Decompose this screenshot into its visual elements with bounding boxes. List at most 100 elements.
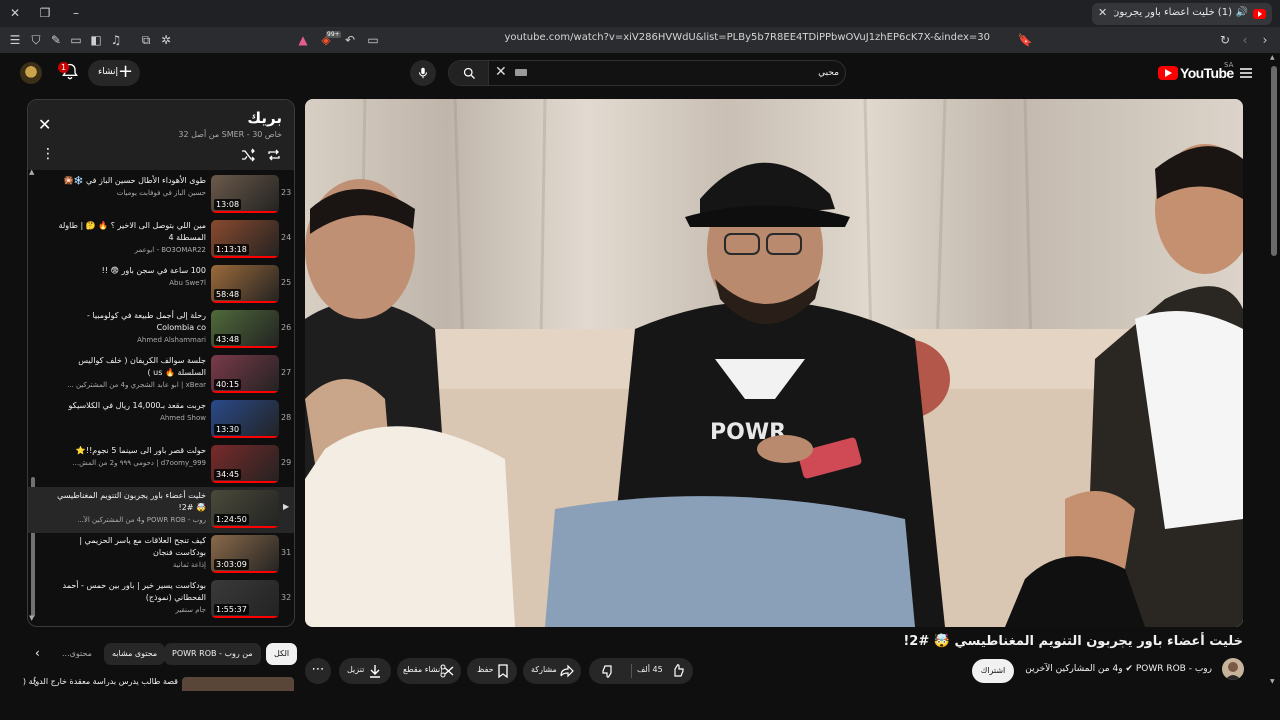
playlist-item-thumbnail[interactable]: 40:15 <box>211 355 279 393</box>
restore-window-icon[interactable]: ❐ <box>35 4 55 22</box>
reload-icon[interactable]: ↻ <box>1217 32 1233 48</box>
playlist-item[interactable]: 31 3:03:09 كيف تنجح العلاقات مع ياسر الحزي… <box>28 532 294 578</box>
playlist-item-channel[interactable]: d7oomy_999 | دحومي ٩٩٩ و2 من المش... <box>56 457 206 469</box>
create-button[interactable]: + إنشاء <box>88 60 140 86</box>
page-scroll-thumb[interactable] <box>1271 66 1277 256</box>
playlist-item-thumbnail[interactable]: 1:55:37 <box>211 580 279 618</box>
loop-icon[interactable] <box>266 147 282 163</box>
search-input[interactable] <box>513 65 839 81</box>
playlist-item-title[interactable]: مين اللي بتوصل الى الاخير ؟ 🔥 🤔 | طاولة … <box>56 220 206 244</box>
chip-more-content[interactable]: محتوى... <box>54 643 100 665</box>
playlist-item-thumbnail[interactable]: 13:08 <box>211 175 279 213</box>
chip-from-channel[interactable]: من روب - POWR ROB <box>164 643 261 665</box>
video-player[interactable]: POWR <box>305 99 1243 627</box>
aria-icon[interactable]: ▲ <box>295 32 311 48</box>
youtube-logo[interactable]: YouTube SA <box>1158 61 1236 81</box>
close-window-icon[interactable]: ✕ <box>5 4 25 22</box>
reader-icon[interactable]: ↶ <box>342 32 358 48</box>
playlist-item[interactable]: ▶ 1:24:50 خليت أعضاء باور يجربون التنويم ا… <box>28 487 294 533</box>
search-button[interactable] <box>449 61 489 85</box>
playlist-item[interactable]: 28 13:30 جربت مقعد بـ14,000 ريال في الكلاس… <box>28 397 294 443</box>
playlist-item-title[interactable]: بودكاست يسير خير | باور بين حمس - أحمد ا… <box>56 580 207 604</box>
playlist-item-thumbnail[interactable]: 34:45 <box>211 445 279 483</box>
page-scroll-down-icon[interactable]: ▼ <box>1270 678 1275 685</box>
channel-name[interactable]: روب - POWR ROB ✔ و4 من المشاركين الآخرين <box>1025 664 1212 674</box>
playlist-item-thumbnail[interactable]: 13:30 <box>211 400 279 438</box>
playlist-item-thumbnail[interactable]: 3:03:09 <box>211 535 279 573</box>
playlist-item-channel[interactable]: xBear | ابو عابد الشجري و4 من المشتركين … <box>56 379 206 391</box>
screenshot-icon[interactable]: ⧉ <box>138 32 154 48</box>
voice-search-button[interactable] <box>410 60 436 86</box>
music-icon[interactable]: ♫ <box>108 32 124 48</box>
playlist-item-channel[interactable]: BO3OMAR22 - ابوعمر <box>56 244 206 256</box>
page-scroll-up-icon[interactable]: ▲ <box>1270 54 1275 61</box>
chip-all[interactable]: الكل <box>266 643 298 665</box>
related-video-title[interactable]: قصة طالب يدرس بدراسة معقدة خارج الدولة ( <box>23 677 178 686</box>
playlist-item-title[interactable]: حولت قصر باور الى سينما 5 نجوم!!⭐ <box>56 445 206 457</box>
chevron-left-icon[interactable]: ‹ <box>35 646 40 660</box>
playlist-item-channel[interactable]: جام سنقير <box>56 604 206 616</box>
back-icon[interactable]: › <box>1257 32 1273 48</box>
channel-avatar[interactable] <box>1222 658 1244 680</box>
sidebar-icon[interactable]: ◧ <box>88 32 104 48</box>
playlist-item[interactable]: 25 58:48 100 ساعة في سجن باور 😨 !! Abu Swe7… <box>28 262 294 308</box>
playlist-item-title[interactable]: 100 ساعة في سجن باور 😨 !! <box>56 265 206 277</box>
playlist-item-channel[interactable]: Ahmed Show <box>56 412 206 424</box>
playlist-item-thumbnail[interactable]: 1:13:18 <box>211 220 279 258</box>
playlist-item-channel[interactable]: Abu Swe7l <box>56 277 206 289</box>
playlist-item[interactable]: 29 34:45 حولت قصر باور الى سينما 5 نجوم!!⭐… <box>28 442 294 488</box>
playlist-item-channel[interactable]: إذاعة ثمانية <box>56 559 206 571</box>
subscribe-button[interactable]: اشتراك <box>972 659 1014 683</box>
bookmark-icon[interactable]: 🔖 <box>1017 32 1033 48</box>
close-tab-icon[interactable]: ✕ <box>1098 6 1107 19</box>
audio-playing-icon[interactable]: 🔊 <box>1236 7 1248 18</box>
playlist-item-title[interactable]: جلسة سوالف الكريفان ( خلف كواليس السلسلة… <box>56 355 206 379</box>
playlist-title[interactable]: بريك <box>247 109 282 127</box>
playlist-item-title[interactable]: خليت أعضاء باور يجربون التنويم المغناطيس… <box>56 490 206 514</box>
related-video-next[interactable]: ⋮ قصة طالب يدرس بدراسة معقدة خارج الدولة… <box>23 676 296 691</box>
playlist-item-channel[interactable]: حسين الباز في فوفابت يوميات <box>56 187 206 199</box>
address-bar[interactable]: youtube.com/watch?v=xiV286HVWdU&list=PLB… <box>460 32 991 43</box>
playlist-item[interactable]: 27 40:15 جلسة سوالف الكريفان ( خلف كواليس … <box>28 352 294 398</box>
shuffle-icon[interactable] <box>240 147 256 163</box>
playlist-item[interactable]: 24 1:13:18 مين اللي بتوصل الى الاخير ؟ 🔥 🤔… <box>28 217 294 263</box>
playlist-item[interactable]: 32 1:55:37 بودكاست يسير خير | باور بين حمس… <box>28 577 294 623</box>
guide-menu-icon[interactable] <box>1238 65 1254 81</box>
playlist-item-channel[interactable]: Ahmed Alshammari <box>56 334 206 346</box>
clip-label: إنشاء مقطع <box>403 665 443 674</box>
clear-search-icon[interactable]: ✕ <box>495 64 507 80</box>
playlist-item-thumbnail[interactable]: 1:24:50 <box>211 490 279 528</box>
account-avatar[interactable] <box>20 62 42 84</box>
playlist-item-channel[interactable]: روب - POWR ROB و4 من المشتركين الآ... <box>56 514 206 526</box>
playlist-item-title[interactable]: كيف تنجح العلاقات مع ياسر الحزيمي | بودك… <box>56 535 206 559</box>
save-button[interactable]: حفظ <box>467 658 517 684</box>
playlist-item[interactable]: 23 13:08 طوى الأهوداء الأطال حسين الباز في… <box>28 172 294 218</box>
playlist-item[interactable]: 26 43:48 رحلة إلى أجمل طبيعة في كولومبيا -… <box>28 307 294 353</box>
extension-icon[interactable]: ✎ <box>48 32 64 48</box>
duration-badge: 1:24:50 <box>214 514 249 525</box>
more-options-icon[interactable]: ⋮ <box>41 146 55 162</box>
forward-icon[interactable]: ‹ <box>1237 32 1253 48</box>
playlist-item-title[interactable]: جربت مقعد بـ14,000 ريال في الكلاسيكو <box>56 400 206 412</box>
related-video-thumbnail[interactable] <box>182 677 294 691</box>
more-actions-button[interactable]: ⋯ <box>305 658 331 684</box>
chip-similar[interactable]: محتوى مشابه <box>104 643 166 665</box>
page-scrollbar[interactable]: ▲ ▼ <box>1270 54 1278 686</box>
playlist-item-title[interactable]: رحلة إلى أجمل طبيعة في كولومبيا - Colomb… <box>56 310 206 334</box>
minimize-window-icon[interactable]: – <box>66 4 86 22</box>
browser-tab-youtube[interactable]: 🔊 (1) خليت أعضاء باور يجربون التن... ✕ <box>1092 3 1272 25</box>
download-button[interactable]: تنزيل <box>339 658 391 684</box>
like-icon[interactable] <box>669 663 685 679</box>
share-button[interactable]: مشاركة <box>523 658 581 684</box>
playlist-item-title[interactable]: طوى الأهوداء الأطال حسين الباز في ❄️🎇 <box>56 175 206 187</box>
playlist-item-thumbnail[interactable]: 58:48 <box>211 265 279 303</box>
playlist-item-thumbnail[interactable]: 43:48 <box>211 310 279 348</box>
clip-button[interactable]: إنشاء مقطع <box>397 658 461 684</box>
close-playlist-icon[interactable]: ✕ <box>38 115 51 134</box>
tabs-icon[interactable]: ▭ <box>68 32 84 48</box>
cast-icon[interactable]: ▭ <box>365 32 381 48</box>
dislike-icon[interactable] <box>601 663 617 679</box>
menu-icon[interactable]: ☰ <box>7 32 23 48</box>
shield-icon[interactable]: ⛉ <box>28 32 44 48</box>
puzzle-icon[interactable]: ✲ <box>158 32 174 48</box>
